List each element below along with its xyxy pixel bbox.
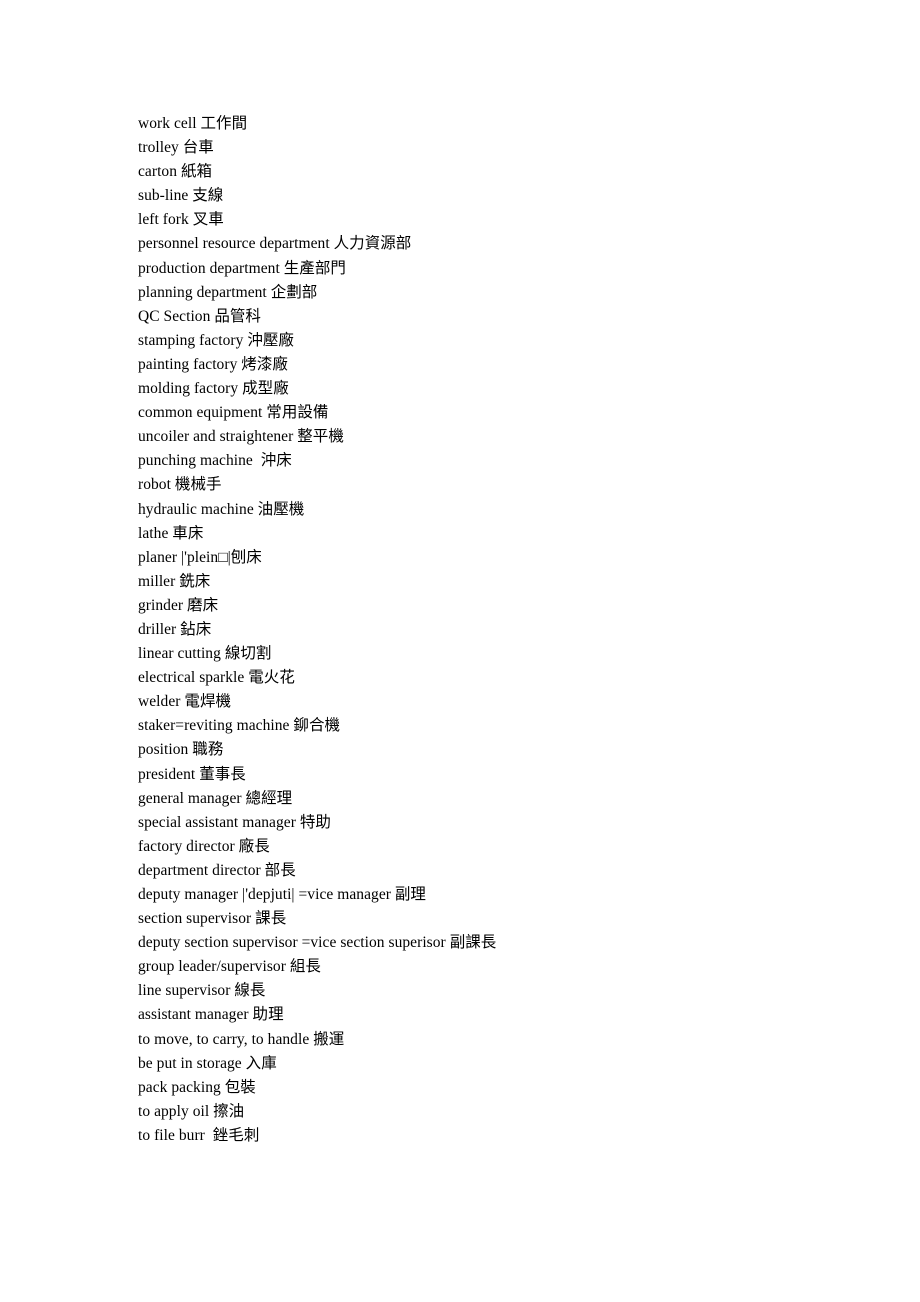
glossary-entry: planer |'plein□|刨床	[138, 548, 262, 566]
glossary-entry: electrical sparkle 電火花	[138, 669, 295, 687]
glossary-entry: deputy manager |'depjuti| =vice manager …	[138, 886, 426, 903]
glossary-entry: robot 機械手	[138, 476, 222, 494]
glossary-entry: hydraulic machine 油壓機	[138, 500, 305, 518]
glossary-entry: general manager 總經理	[138, 789, 293, 807]
glossary-entry: lathe 車床	[138, 524, 204, 542]
glossary-entry: painting factory 烤漆廠	[138, 355, 288, 373]
glossary-entry: special assistant manager 特助	[138, 813, 331, 831]
glossary-entry: president 董事長	[138, 765, 246, 783]
glossary-entry: work cell 工作間	[138, 115, 248, 132]
glossary-entry: group leader/supervisor 組長	[138, 958, 321, 976]
glossary-entry: QC Section 品管科	[138, 307, 261, 325]
glossary-entry: to file burr 銼毛刺	[138, 1126, 260, 1144]
glossary-entry: uncoiler and straightener 整平機	[138, 428, 344, 446]
glossary-entry: section supervisor 課長	[138, 910, 287, 928]
glossary-entry: left fork 叉車	[138, 211, 224, 229]
glossary-entry: to apply oil 擦油	[138, 1102, 245, 1120]
glossary-entry: personnel resource department 人力資源部	[138, 235, 412, 253]
glossary-entry: to move, to carry, to handle 搬運	[138, 1030, 345, 1048]
glossary-entry: production department 生產部門	[138, 259, 346, 277]
glossary-list: work cell 工作間 trolley 台車 carton 紙箱 sub-line…	[138, 112, 838, 1148]
glossary-entry: miller 銑床	[138, 572, 211, 590]
glossary-entry: molding factory 成型廠	[138, 380, 289, 398]
glossary-entry: carton 紙箱	[138, 163, 213, 181]
glossary-entry: linear cutting 線切割	[138, 645, 272, 663]
glossary-entry: assistant manager 助理	[138, 1006, 284, 1024]
glossary-entry: common equipment 常用設備	[138, 404, 329, 422]
glossary-entry: welder 電焊機	[138, 693, 232, 711]
glossary-entry: planning department 企劃部	[138, 283, 318, 301]
glossary-entry: trolley 台車	[138, 139, 214, 157]
glossary-entry: position 職務	[138, 741, 224, 759]
glossary-entry: factory director 廠長	[138, 837, 270, 855]
document-page: work cell 工作間 trolley 台車 carton 紙箱 sub-line…	[0, 0, 920, 1302]
glossary-entry: be put in storage 入庫	[138, 1054, 277, 1072]
glossary-entry: punching machine 沖床	[138, 452, 292, 470]
glossary-entry: staker=reviting machine 鉚合機	[138, 717, 341, 735]
glossary-entry: department director 部長	[138, 861, 296, 879]
glossary-entry: sub-line 支線	[138, 187, 224, 205]
glossary-entry: deputy section supervisor =vice section …	[138, 934, 497, 952]
glossary-entry: grinder 磨床	[138, 596, 219, 614]
glossary-entry: stamping factory 沖壓廠	[138, 331, 294, 349]
glossary-entry: line supervisor 線長	[138, 982, 266, 1000]
glossary-entry: driller 鉆床	[138, 620, 212, 638]
glossary-entry: pack packing 包裝	[138, 1078, 256, 1096]
